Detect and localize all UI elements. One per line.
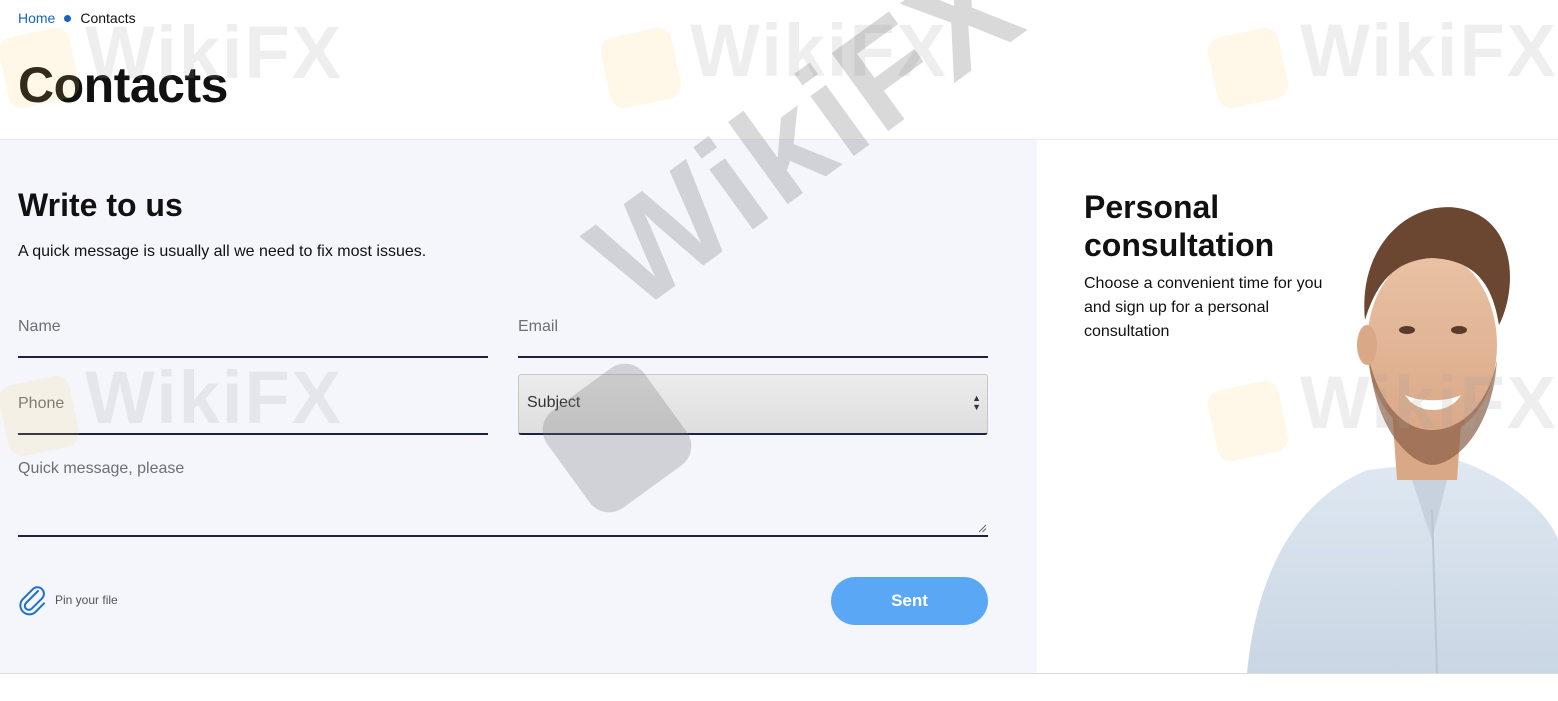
breadcrumb-separator-dot	[64, 14, 72, 22]
email-field[interactable]: Email	[518, 312, 988, 358]
message-textarea[interactable]: Quick message, please	[18, 458, 988, 537]
breadcrumb: Home Contacts	[18, 10, 136, 26]
consultant-photo	[1247, 207, 1558, 673]
name-placeholder: Name	[18, 318, 61, 335]
form-subheading: A quick message is usually all we need t…	[18, 243, 427, 260]
phone-placeholder: Phone	[18, 395, 65, 412]
subject-selected-value: Subject	[527, 394, 581, 411]
watermark-logo-icon	[598, 25, 684, 111]
pin-file-label: Pin your file	[55, 593, 118, 607]
form-heading: Write to us	[18, 187, 183, 223]
subject-select[interactable]: Subject ▲ ▼	[518, 374, 988, 435]
phone-field[interactable]: Phone	[18, 389, 488, 435]
contact-form-panel: Write to us A quick message is usually a…	[0, 140, 1037, 673]
send-button[interactable]: Sent	[831, 577, 988, 625]
consultation-panel: Personal consultation Choose a convenien…	[1037, 140, 1558, 673]
select-arrows-icon: ▲ ▼	[972, 393, 981, 412]
breadcrumb-current: Contacts	[80, 10, 136, 26]
watermark: WikiFX	[1300, 9, 1558, 92]
page-title: Contacts	[18, 57, 228, 113]
pin-file-button[interactable]: Pin your file	[18, 584, 118, 616]
resize-grip-icon[interactable]	[978, 524, 987, 533]
watermark-logo-icon	[1205, 25, 1291, 111]
message-placeholder: Quick message, please	[18, 460, 185, 477]
paperclip-icon	[19, 586, 45, 616]
footer-divider	[0, 673, 1558, 674]
breadcrumb-home-link[interactable]: Home	[18, 10, 55, 26]
name-field[interactable]: Name	[18, 312, 488, 358]
email-placeholder: Email	[518, 318, 559, 335]
contacts-page: Home Contacts Contacts Write to us A qui…	[0, 0, 1558, 701]
watermark: WikiFX	[690, 9, 949, 92]
